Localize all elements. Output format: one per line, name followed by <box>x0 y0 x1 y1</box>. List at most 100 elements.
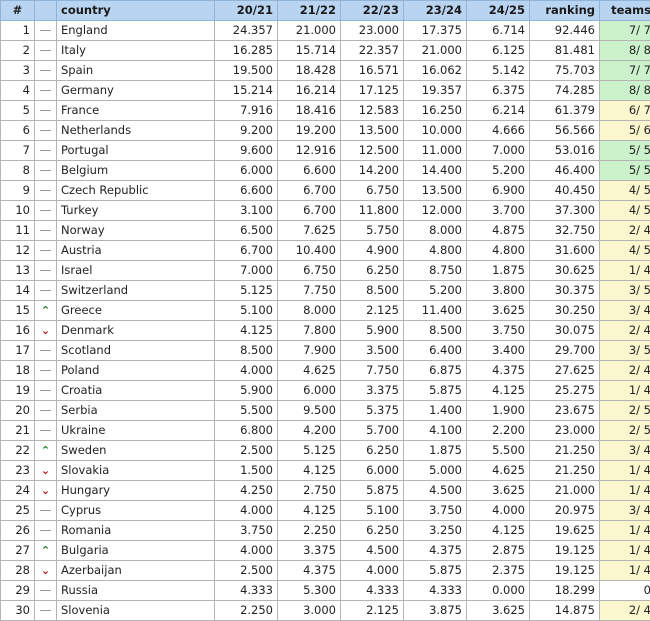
row-country-name[interactable]: Sweden <box>57 441 215 461</box>
row-season-2425: 1.900 <box>467 401 530 421</box>
row-teams-count: 1/ 4 <box>600 561 650 581</box>
row-teams-count: 5/ 5 <box>600 141 650 161</box>
table-row[interactable]: 14—Switzerland5.1257.7508.5005.2003.8003… <box>1 281 650 301</box>
row-movement-cell: — <box>35 401 57 421</box>
row-teams-count: 6/ 7 <box>600 101 650 121</box>
table-row[interactable]: 23⌄Slovakia1.5004.1256.0005.0004.62521.2… <box>1 461 650 481</box>
table-row[interactable]: 3—Spain19.50018.42816.57116.0625.14275.7… <box>1 61 650 81</box>
row-ranking-total: 31.600 <box>530 241 600 261</box>
row-country-name[interactable]: Spain <box>57 61 215 81</box>
row-country-name[interactable]: Belgium <box>57 161 215 181</box>
row-season-2122: 4.125 <box>278 461 341 481</box>
column-header-season-2425[interactable]: 24/25 <box>467 1 530 21</box>
row-country-name[interactable]: Portugal <box>57 141 215 161</box>
row-country-name[interactable]: Switzerland <box>57 281 215 301</box>
table-row[interactable]: 27⌃Bulgaria4.0003.3754.5004.3752.87519.1… <box>1 541 650 561</box>
row-teams-count: 1/ 4 <box>600 521 650 541</box>
row-country-name[interactable]: Austria <box>57 241 215 261</box>
table-row[interactable]: 19—Croatia5.9006.0003.3755.8754.12525.27… <box>1 381 650 401</box>
table-row[interactable]: 20—Serbia5.5009.5005.3751.4001.90023.675… <box>1 401 650 421</box>
column-header-movement[interactable] <box>35 1 57 21</box>
table-row[interactable]: 29—Russia4.3335.3004.3334.3330.00018.299… <box>1 581 650 601</box>
table-row[interactable]: 28⌄Azerbaijan2.5004.3754.0005.8752.37519… <box>1 561 650 581</box>
table-row[interactable]: 21—Ukraine6.8004.2005.7004.1002.20023.00… <box>1 421 650 441</box>
row-country-name[interactable]: Norway <box>57 221 215 241</box>
table-row[interactable]: 13—Israel7.0006.7506.2508.7501.87530.625… <box>1 261 650 281</box>
row-movement-cell: — <box>35 201 57 221</box>
table-row[interactable]: 10—Turkey3.1006.70011.80012.0003.70037.3… <box>1 201 650 221</box>
row-country-name[interactable]: Czech Republic <box>57 181 215 201</box>
column-header-country[interactable]: country <box>57 1 215 21</box>
row-season-2021: 9.600 <box>215 141 278 161</box>
column-header-rank[interactable]: # <box>1 1 35 21</box>
row-season-2425: 4.800 <box>467 241 530 261</box>
row-country-name[interactable]: Hungary <box>57 481 215 501</box>
row-country-name[interactable]: Italy <box>57 41 215 61</box>
table-row[interactable]: 12—Austria6.70010.4004.9004.8004.80031.6… <box>1 241 650 261</box>
table-row[interactable]: 6—Netherlands9.20019.20013.50010.0004.66… <box>1 121 650 141</box>
row-movement-cell: ⌃ <box>35 541 57 561</box>
table-row[interactable]: 1—England24.35721.00023.00017.3756.71492… <box>1 21 650 41</box>
row-season-2021: 4.000 <box>215 541 278 561</box>
table-row[interactable]: 17—Scotland8.5007.9003.5006.4003.40029.7… <box>1 341 650 361</box>
row-ranking-total: 23.000 <box>530 421 600 441</box>
row-country-name[interactable]: Poland <box>57 361 215 381</box>
column-header-ranking[interactable]: ranking <box>530 1 600 21</box>
row-season-2324: 6.875 <box>404 361 467 381</box>
table-row[interactable]: 26—Romania3.7502.2506.2503.2504.12519.62… <box>1 521 650 541</box>
table-row[interactable]: 30—Slovenia2.2503.0002.1253.8753.62514.8… <box>1 601 650 621</box>
row-country-name[interactable]: Bulgaria <box>57 541 215 561</box>
row-season-2425: 2.200 <box>467 421 530 441</box>
row-teams-count: 3/ 5 <box>600 281 650 301</box>
table-row[interactable]: 25—Cyprus4.0004.1255.1003.7504.00020.975… <box>1 501 650 521</box>
row-country-name[interactable]: Slovakia <box>57 461 215 481</box>
table-row[interactable]: 5—France7.91618.41612.58316.2506.21461.3… <box>1 101 650 121</box>
row-country-name[interactable]: Germany <box>57 81 215 101</box>
table-header: # country 20/21 21/22 22/23 23/24 24/25 … <box>1 1 650 21</box>
table-row[interactable]: 18—Poland4.0004.6257.7506.8754.37527.625… <box>1 361 650 381</box>
row-season-2324: 5.200 <box>404 281 467 301</box>
column-header-teams[interactable]: teams <box>600 1 650 21</box>
row-country-name[interactable]: Netherlands <box>57 121 215 141</box>
row-country-name[interactable]: Croatia <box>57 381 215 401</box>
row-rank: 21 <box>1 421 35 441</box>
row-country-name[interactable]: Israel <box>57 261 215 281</box>
table-row[interactable]: 24⌄Hungary4.2502.7505.8754.5003.62521.00… <box>1 481 650 501</box>
row-country-name[interactable]: Turkey <box>57 201 215 221</box>
row-country-name[interactable]: Serbia <box>57 401 215 421</box>
row-season-2122: 3.375 <box>278 541 341 561</box>
row-country-name[interactable]: England <box>57 21 215 41</box>
table-row[interactable]: 11—Norway6.5007.6255.7508.0004.87532.750… <box>1 221 650 241</box>
row-rank: 19 <box>1 381 35 401</box>
table-row[interactable]: 2—Italy16.28515.71422.35721.0006.12581.4… <box>1 41 650 61</box>
row-movement-cell: ⌄ <box>35 561 57 581</box>
table-row[interactable]: 16⌄Denmark4.1257.8005.9008.5003.75030.07… <box>1 321 650 341</box>
row-country-name[interactable]: France <box>57 101 215 121</box>
row-country-name[interactable]: Denmark <box>57 321 215 341</box>
row-season-2223: 5.900 <box>341 321 404 341</box>
table-row[interactable]: 22⌃Sweden2.5005.1256.2501.8755.50021.250… <box>1 441 650 461</box>
column-header-season-2324[interactable]: 23/24 <box>404 1 467 21</box>
movement-same-icon: — <box>40 261 52 280</box>
row-country-name[interactable]: Slovenia <box>57 601 215 621</box>
row-country-name[interactable]: Russia <box>57 581 215 601</box>
row-country-name[interactable]: Scotland <box>57 341 215 361</box>
row-country-name[interactable]: Ukraine <box>57 421 215 441</box>
column-header-season-2021[interactable]: 20/21 <box>215 1 278 21</box>
table-row[interactable]: 7—Portugal9.60012.91612.50011.0007.00053… <box>1 141 650 161</box>
row-country-name[interactable]: Azerbaijan <box>57 561 215 581</box>
row-country-name[interactable]: Greece <box>57 301 215 321</box>
row-season-2021: 7.000 <box>215 261 278 281</box>
column-header-season-2223[interactable]: 22/23 <box>341 1 404 21</box>
row-season-2021: 5.125 <box>215 281 278 301</box>
table-row[interactable]: 9—Czech Republic6.6006.7006.75013.5006.9… <box>1 181 650 201</box>
table-row[interactable]: 15⌃Greece5.1008.0002.12511.4003.62530.25… <box>1 301 650 321</box>
row-ranking-total: 19.125 <box>530 561 600 581</box>
row-country-name[interactable]: Romania <box>57 521 215 541</box>
table-row[interactable]: 8—Belgium6.0006.60014.20014.4005.20046.4… <box>1 161 650 181</box>
table-row[interactable]: 4—Germany15.21416.21417.12519.3576.37574… <box>1 81 650 101</box>
row-country-name[interactable]: Cyprus <box>57 501 215 521</box>
row-ranking-total: 19.125 <box>530 541 600 561</box>
row-season-2122: 7.625 <box>278 221 341 241</box>
column-header-season-2122[interactable]: 21/22 <box>278 1 341 21</box>
